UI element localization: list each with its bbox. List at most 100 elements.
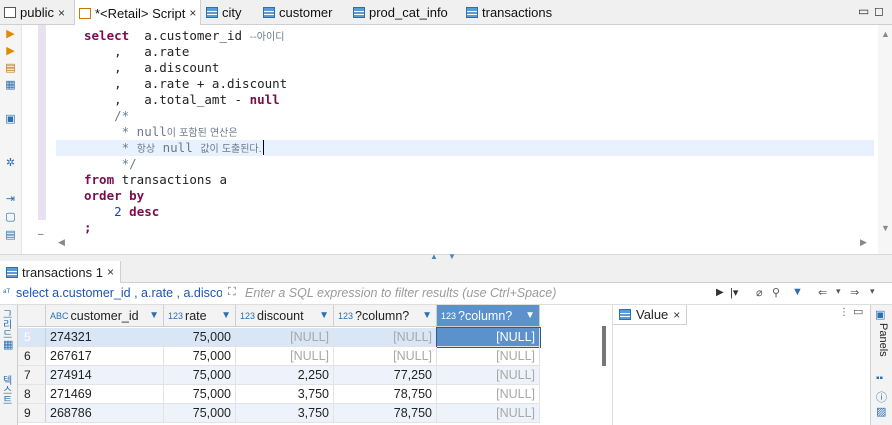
- code-line[interactable]: * null이 포함된 연산은: [84, 124, 238, 140]
- tab-public[interactable]: public ×: [0, 0, 69, 25]
- panel-sash[interactable]: [602, 326, 606, 366]
- editor-vertical-scrollbar[interactable]: ▲ ▼: [878, 25, 892, 254]
- column-header-rate[interactable]: 123 rate ▼: [164, 305, 236, 327]
- code-line[interactable]: , a.rate: [84, 44, 189, 60]
- table-cell[interactable]: [NULL]: [437, 404, 540, 423]
- row-number[interactable]: 6: [18, 347, 46, 366]
- tab-transactions[interactable]: transactions: [462, 0, 556, 25]
- expand-icon[interactable]: ⛶: [228, 286, 236, 299]
- back-icon[interactable]: ⇐: [818, 286, 827, 299]
- code-line[interactable]: ;: [84, 220, 92, 236]
- table-cell[interactable]: [NULL]: [236, 328, 334, 347]
- scroll-down-icon[interactable]: ▼: [881, 223, 890, 233]
- table-row[interactable]: 9 268786 75,000 3,750 78,750 [NULL]: [18, 404, 596, 423]
- terminal-icon[interactable]: ▣: [4, 113, 17, 126]
- results-grid[interactable]: ABC customer_id ▼ 123 rate ▼ 123 discount ▼ 12…: [18, 305, 596, 425]
- code-line[interactable]: from transactions a: [84, 172, 227, 188]
- code-line[interactable]: , a.total_amt - null: [84, 92, 280, 108]
- table-row[interactable]: 5 274321 75,000 [NULL] [NULL] [NULL]: [18, 327, 596, 348]
- row-number[interactable]: 7: [18, 366, 46, 385]
- table-cell[interactable]: [NULL]: [437, 366, 540, 385]
- column-header-calc-2[interactable]: 123 ?column? ▼: [437, 305, 540, 327]
- explain-plan-icon[interactable]: ▤: [4, 62, 17, 75]
- tab-grid[interactable]: 그리드: [3, 311, 15, 341]
- table-cell[interactable]: 3,750: [236, 385, 334, 404]
- table-cell[interactable]: 78,750: [334, 404, 437, 423]
- tab-results[interactable]: transactions 1 ×: [0, 261, 121, 283]
- collapse-up-icon[interactable]: ▲: [430, 252, 438, 261]
- table-cell[interactable]: 78,750: [334, 385, 437, 404]
- table-cell[interactable]: 75,000: [164, 366, 236, 385]
- column-header-discount[interactable]: 123 discount ▼: [236, 305, 334, 327]
- column-header-calc-1[interactable]: 123 ?column? ▼: [334, 305, 437, 327]
- tab-city[interactable]: city: [202, 0, 246, 25]
- table-cell[interactable]: 271469: [46, 385, 164, 404]
- maximize-icon[interactable]: ◻: [874, 4, 884, 18]
- tab-customer[interactable]: customer: [259, 0, 336, 25]
- filter-settings-icon[interactable]: ⚲: [772, 286, 780, 299]
- dropdown-icon[interactable]: ▾: [836, 286, 841, 297]
- sort-dropdown-icon[interactable]: ▼: [319, 305, 329, 326]
- view-menu-icon[interactable]: ⋮: [839, 307, 849, 318]
- funnel-icon[interactable]: ▼: [792, 286, 803, 298]
- column-header-customer-id[interactable]: ABC customer_id ▼: [46, 305, 164, 327]
- table-cell[interactable]: 274321: [46, 328, 164, 347]
- chart-icon[interactable]: ▨: [876, 405, 886, 418]
- code-line[interactable]: , a.discount: [84, 60, 219, 76]
- table-cell[interactable]: 267617: [46, 347, 164, 366]
- table-cell[interactable]: 274914: [46, 366, 164, 385]
- query-text[interactable]: select a.customer_id , a.rate , a.discou: [16, 286, 222, 300]
- table-cell[interactable]: [NULL]: [334, 328, 437, 347]
- scroll-up-icon[interactable]: ▲: [881, 29, 890, 39]
- editor-horizontal-scrollbar[interactable]: ◀ ▶: [56, 236, 876, 250]
- table-cell[interactable]: 75,000: [164, 328, 236, 347]
- editor-results-splitter[interactable]: ▲ ▼: [0, 252, 892, 261]
- row-number[interactable]: 9: [18, 404, 46, 423]
- tab-value[interactable]: Value ×: [613, 305, 688, 325]
- sort-dropdown-icon[interactable]: ▼: [525, 305, 535, 326]
- table-cell[interactable]: 75,000: [164, 404, 236, 423]
- close-icon[interactable]: ×: [107, 265, 114, 279]
- sort-dropdown-icon[interactable]: ▼: [422, 305, 432, 326]
- row-number[interactable]: 8: [18, 385, 46, 404]
- sort-dropdown-icon[interactable]: ▼: [221, 305, 231, 326]
- load-script-icon[interactable]: ▦: [4, 79, 17, 92]
- settings-icon[interactable]: ✲: [4, 157, 17, 170]
- scroll-left-icon[interactable]: ◀: [58, 237, 65, 248]
- scroll-right-icon[interactable]: ▶: [860, 237, 867, 248]
- forward-icon[interactable]: ⇒: [850, 286, 859, 299]
- code-line[interactable]: /*: [84, 108, 129, 124]
- dropdown-icon[interactable]: ▾: [870, 286, 875, 297]
- table-cell[interactable]: 268786: [46, 404, 164, 423]
- close-icon[interactable]: ×: [189, 6, 196, 20]
- code-line[interactable]: order by: [84, 188, 144, 204]
- new-script-icon[interactable]: ▢: [4, 211, 17, 224]
- filter-history-icon[interactable]: |▾: [730, 286, 738, 299]
- minimize-icon[interactable]: ▭: [858, 4, 869, 18]
- close-icon[interactable]: ×: [673, 308, 680, 322]
- panels-icon[interactable]: ▣: [875, 308, 885, 321]
- table-cell[interactable]: [NULL]: [236, 347, 334, 366]
- table-cell[interactable]: 75,000: [164, 347, 236, 366]
- corner-cell[interactable]: [18, 305, 46, 327]
- fold-icon[interactable]: –: [38, 229, 44, 240]
- table-cell[interactable]: 2,250: [236, 366, 334, 385]
- collapse-down-icon[interactable]: ▼: [448, 252, 456, 261]
- table-cell[interactable]: 3,750: [236, 404, 334, 423]
- table-row[interactable]: 6 267617 75,000 [NULL] [NULL] [NULL]: [18, 347, 596, 366]
- table-cell[interactable]: 75,000: [164, 385, 236, 404]
- code-line[interactable]: * 항상 null 값이 도출된다.: [56, 140, 874, 156]
- apply-filter-icon[interactable]: ▶: [716, 287, 724, 298]
- table-cell[interactable]: [NULL]: [437, 385, 540, 404]
- row-number[interactable]: 5: [18, 328, 46, 347]
- close-icon[interactable]: ×: [58, 6, 65, 20]
- table-row[interactable]: 7 274914 75,000 2,250 77,250 [NULL]: [18, 366, 596, 385]
- tab-prod-cat-info[interactable]: prod_cat_info: [349, 0, 452, 25]
- code-line[interactable]: */: [84, 156, 137, 172]
- export-icon[interactable]: ⇥: [4, 193, 17, 206]
- table-cell[interactable]: [NULL]: [334, 347, 437, 366]
- filter-input[interactable]: Enter a SQL expression to filter results…: [245, 286, 685, 300]
- panels-label[interactable]: Panels: [875, 323, 889, 357]
- grid-panel-icon[interactable]: ▪▪: [876, 373, 883, 384]
- execute-script-icon[interactable]: ▶: [4, 45, 17, 58]
